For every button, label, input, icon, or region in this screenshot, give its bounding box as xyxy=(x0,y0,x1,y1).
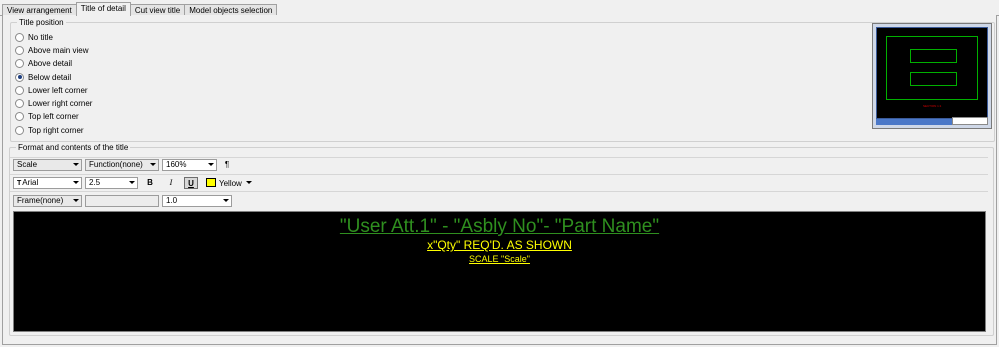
radio-button[interactable] xyxy=(15,111,24,121)
radio-above-detail[interactable]: Above detail xyxy=(15,57,72,69)
preview-canvas: SECTION 1:1 xyxy=(876,27,988,119)
radio-button[interactable] xyxy=(15,85,24,95)
function-select[interactable]: Function(none) xyxy=(85,159,159,171)
preview-detail-frame xyxy=(886,36,978,100)
chevron-down-icon xyxy=(223,199,229,202)
paragraph-button[interactable]: ¶ xyxy=(220,159,234,171)
chevron-down-icon xyxy=(73,181,79,184)
radio-label: Top right corner xyxy=(28,125,84,135)
toolbar-separator xyxy=(10,157,988,158)
radio-label: Top left corner xyxy=(28,111,79,121)
font-height-select[interactable]: 2.5 xyxy=(85,177,138,189)
font-height-value: 2.5 xyxy=(89,178,101,187)
chevron-down-icon xyxy=(208,163,214,166)
bold-button[interactable]: B xyxy=(143,177,157,189)
bold-icon: B xyxy=(147,178,153,187)
toolbar-separator xyxy=(10,174,988,175)
radio-top-right-corner[interactable]: Top right corner xyxy=(15,124,84,136)
text-size-value: 160% xyxy=(166,160,187,169)
radio-button[interactable] xyxy=(15,98,24,108)
italic-button[interactable]: I xyxy=(164,177,178,189)
radio-button[interactable] xyxy=(15,32,24,42)
field-select-value: Scale xyxy=(17,160,38,169)
color-select-value: Yellow xyxy=(219,179,242,188)
preview-detail-part-upper xyxy=(910,49,957,63)
title-line-1: "User Att.1" - "Asbly No"- "Part Name" xyxy=(339,216,660,237)
tab-strip: View arrangement Title of detail Cut vie… xyxy=(2,2,278,16)
underline-icon: U xyxy=(188,179,194,188)
title-line-3: SCALE "Scale" xyxy=(469,254,530,264)
radio-no-title[interactable]: No title xyxy=(15,31,53,43)
title-position-group: Title position xyxy=(10,17,995,142)
chevron-down-icon xyxy=(73,199,79,202)
pilcrow-icon: ¶ xyxy=(224,160,230,169)
radio-lower-left-corner[interactable]: Lower left corner xyxy=(15,84,88,96)
preview-detail-part-lower xyxy=(910,72,957,86)
radio-label: Lower right corner xyxy=(28,98,93,108)
radio-above-main-view[interactable]: Above main view xyxy=(15,44,88,56)
frame-select-value: Frame(none) xyxy=(17,196,64,205)
chevron-down-icon xyxy=(129,181,135,184)
title-position-label: Title position xyxy=(17,17,66,28)
text-size-select[interactable]: 160% xyxy=(162,159,217,171)
radio-label: Below detail xyxy=(28,72,72,82)
truetype-font-icon: T xyxy=(17,180,22,187)
chevron-down-icon xyxy=(73,163,79,166)
underline-button[interactable]: U xyxy=(184,177,198,189)
color-select[interactable]: Yellow xyxy=(202,177,255,189)
toolbar-separator xyxy=(10,191,988,192)
title-line-2: x"Qty" REQ'D. AS SHOWN xyxy=(427,238,572,252)
title-position-preview: SECTION 1:1 xyxy=(872,23,992,129)
chevron-down-icon xyxy=(150,163,156,166)
radio-label: Lower left corner xyxy=(28,85,88,95)
frame-text-field[interactable] xyxy=(85,195,159,207)
field-select[interactable]: Scale xyxy=(13,159,82,171)
frame-value-select[interactable]: 1.0 xyxy=(162,195,232,207)
preview-status-box xyxy=(952,117,988,125)
tab-title-of-detail[interactable]: Title of detail xyxy=(75,2,131,16)
preview-title-text: SECTION 1:1 xyxy=(923,104,942,108)
radio-button-selected[interactable] xyxy=(15,72,24,82)
color-swatch xyxy=(206,178,216,187)
italic-icon: I xyxy=(169,178,173,187)
radio-lower-right-corner[interactable]: Lower right corner xyxy=(15,97,92,109)
frame-value: 1.0 xyxy=(166,196,178,205)
radio-button[interactable] xyxy=(15,125,24,135)
format-contents-label: Format and contents of the title xyxy=(16,142,131,153)
radio-top-left-corner[interactable]: Top left corner xyxy=(15,110,79,122)
radio-label: Above main view xyxy=(28,45,89,55)
radio-label: Above detail xyxy=(28,58,73,68)
radio-label: No title xyxy=(28,32,53,42)
radio-below-detail[interactable]: Below detail xyxy=(15,71,71,83)
font-select-value: Arial xyxy=(22,178,39,187)
title-content-editor[interactable]: "User Att.1" - "Asbly No"- "Part Name" x… xyxy=(13,211,986,332)
font-select[interactable]: TArial xyxy=(13,177,82,189)
frame-select[interactable]: Frame(none) xyxy=(13,195,82,207)
chevron-down-icon xyxy=(246,181,252,184)
radio-button[interactable] xyxy=(15,45,24,55)
radio-button[interactable] xyxy=(15,58,24,68)
function-select-value: Function(none) xyxy=(89,160,143,169)
